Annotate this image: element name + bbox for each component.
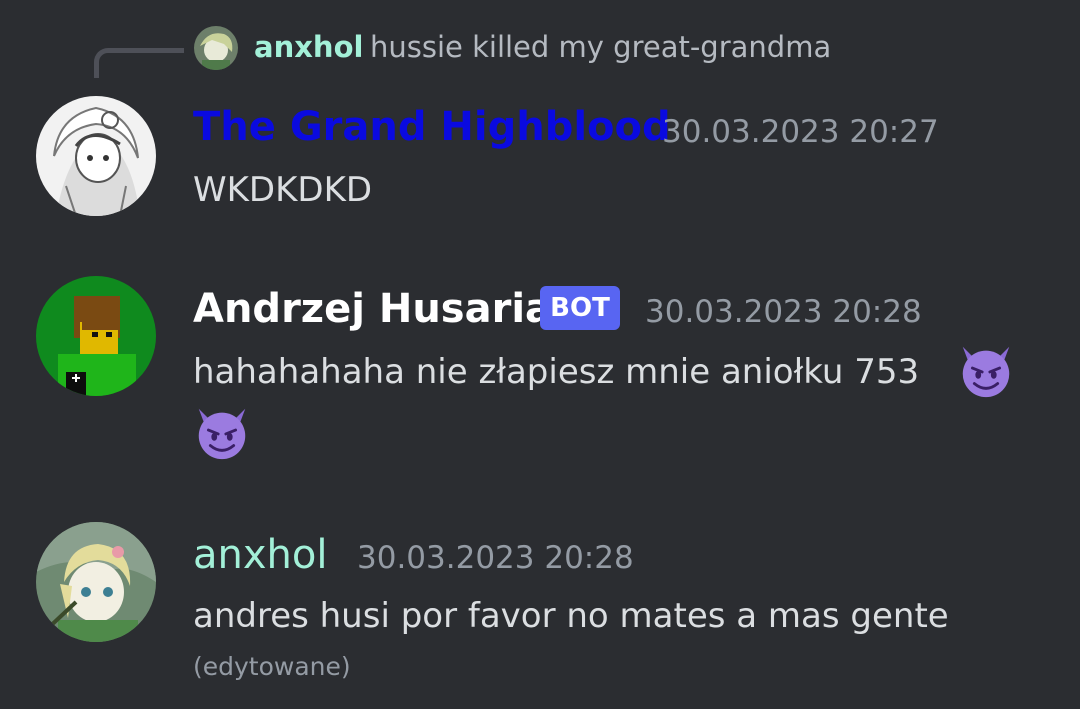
smiling-imp-emoji[interactable] — [191, 401, 253, 463]
message: Andrzej Husaria BOT 30.03.2023 20:28 hah… — [0, 276, 1080, 476]
avatar[interactable] — [36, 96, 156, 216]
reply-spine — [94, 48, 184, 78]
message: The Grand Highblood 30.03.2023 20:27 WKD… — [0, 96, 1080, 226]
smiling-imp-emoji[interactable] — [955, 339, 1017, 401]
reply-reference[interactable]: anxhol hussie killed my great-grandma — [0, 22, 1080, 78]
avatar[interactable] — [36, 276, 156, 396]
timestamp[interactable]: 30.03.2023 20:28 — [645, 294, 922, 330]
edited-label: (edytowane) — [193, 652, 351, 681]
message-text: andres husi por favor no mates a mas gen… — [193, 596, 949, 636]
reply-username[interactable]: anxhol — [254, 30, 363, 64]
bot-tag: BOT — [540, 286, 620, 330]
timestamp[interactable]: 30.03.2023 20:28 — [357, 540, 634, 576]
reply-text[interactable]: hussie killed my great-grandma — [370, 30, 831, 64]
message-text: hahahahaha nie złapiesz mnie aniołku 753 — [193, 352, 920, 392]
username[interactable]: The Grand Highblood — [193, 104, 671, 150]
chat-view: anxhol hussie killed my great-grandma Th… — [0, 0, 1080, 709]
reply-avatar[interactable] — [194, 26, 238, 70]
message: anxhol 30.03.2023 20:28 andres husi por … — [0, 522, 1080, 692]
username[interactable]: anxhol — [193, 532, 327, 578]
avatar[interactable] — [36, 522, 156, 642]
username[interactable]: Andrzej Husaria — [193, 286, 552, 332]
timestamp[interactable]: 30.03.2023 20:27 — [662, 114, 939, 150]
message-text: WKDKDKD — [193, 170, 373, 210]
